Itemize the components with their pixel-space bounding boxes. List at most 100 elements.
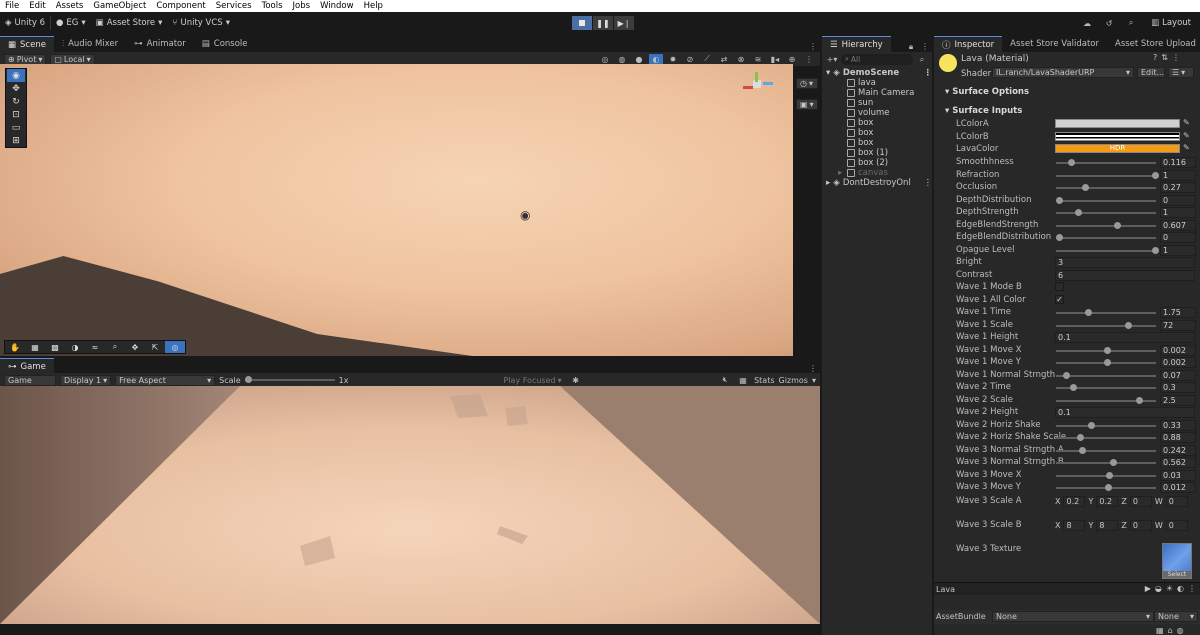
- shaded-wire-icon[interactable]: ◍: [615, 54, 629, 65]
- property-value-field[interactable]: 0: [1160, 195, 1196, 206]
- menu-assets[interactable]: Assets: [51, 1, 89, 11]
- zoom-icon[interactable]: ⌕: [105, 341, 125, 353]
- axis-y-field[interactable]: 8: [1096, 520, 1119, 531]
- unity-button[interactable]: ◈ Unity 6: [0, 15, 50, 31]
- hierarchy-item[interactable]: volume: [826, 108, 932, 118]
- pause-button[interactable]: ❚❚: [593, 16, 613, 30]
- axis-x-field[interactable]: 8: [1063, 520, 1086, 531]
- contrast-field[interactable]: 6: [1055, 270, 1195, 281]
- menu-services[interactable]: Services: [211, 1, 257, 11]
- hierarchy-item[interactable]: ▸ canvas: [826, 168, 932, 178]
- eyedropper-icon[interactable]: ✎: [1183, 131, 1190, 140]
- view-tool-icon[interactable]: ◉: [7, 69, 25, 82]
- property-value-field[interactable]: 2.5: [1160, 395, 1196, 406]
- visibility-icon[interactable]: ⊗: [734, 54, 748, 65]
- hierarchy-item[interactable]: sun: [826, 98, 932, 108]
- aspect-dropdown[interactable]: Free Aspect ▾: [115, 374, 216, 386]
- menu-gameobject[interactable]: GameObject: [88, 1, 151, 11]
- axis-w-field[interactable]: 0: [1165, 496, 1188, 507]
- property-value-field[interactable]: 72: [1160, 320, 1196, 331]
- menu-component[interactable]: Component: [151, 1, 210, 11]
- lit-shading-icon[interactable]: ◐: [649, 53, 663, 65]
- property-slider[interactable]: [1056, 484, 1156, 491]
- property-slider[interactable]: [1056, 222, 1156, 229]
- slider-knob[interactable]: [1056, 234, 1063, 241]
- move-icon[interactable]: ✥: [125, 341, 145, 353]
- menu-jobs[interactable]: Jobs: [288, 1, 316, 11]
- move-tool-icon[interactable]: ✥: [7, 82, 25, 95]
- slider-knob[interactable]: [1104, 484, 1112, 491]
- display-dropdown[interactable]: Display 1 ▾: [60, 374, 112, 386]
- property-slider[interactable]: [1056, 384, 1156, 391]
- stats-button[interactable]: Stats: [754, 376, 774, 385]
- play-icon[interactable]: ▶: [1145, 584, 1151, 593]
- wave1-mode-b-checkbox[interactable]: [1055, 282, 1064, 291]
- property-value-field[interactable]: 0.012: [1160, 482, 1196, 493]
- preset-icon[interactable]: ⇅: [1161, 53, 1168, 62]
- sphere-icon[interactable]: ◒: [1155, 584, 1162, 593]
- property-value-field[interactable]: 0.116: [1160, 157, 1196, 168]
- cloud-icon[interactable]: ☁: [1080, 18, 1094, 29]
- tab-scene[interactable]: ▦ Scene: [0, 36, 54, 52]
- property-slider[interactable]: [1056, 159, 1156, 166]
- property-value-field[interactable]: 0.002: [1160, 345, 1196, 356]
- slider-knob[interactable]: [1104, 347, 1111, 354]
- 2d-icon[interactable]: ⟋: [700, 54, 714, 65]
- hierarchy-item[interactable]: lava: [826, 78, 932, 88]
- stop-button[interactable]: [572, 16, 592, 30]
- dontdestroy-row[interactable]: ▸ ◈ DontDestroyOnl ⋮: [826, 178, 932, 188]
- tab-audio-mixer[interactable]: ⫶ Audio Mixer: [54, 36, 126, 52]
- tab-inspector[interactable]: ⓘ Inspector: [934, 36, 1003, 52]
- property-slider[interactable]: [1056, 372, 1156, 379]
- property-value-field[interactable]: 0.242: [1160, 445, 1196, 456]
- hierarchy-search[interactable]: ⌕ All: [841, 54, 913, 65]
- local-dropdown[interactable]: ▢ Local ▾: [50, 53, 95, 65]
- paint-icon[interactable]: ▩: [45, 341, 65, 353]
- scene-row[interactable]: ▾ ◈ DemoScene ⋮: [826, 68, 932, 78]
- search-icon[interactable]: ⌕: [1124, 18, 1138, 29]
- surface-inputs-header[interactable]: ▾ Surface Inputs: [945, 106, 1022, 116]
- lavacolor-swatch[interactable]: HDR: [1055, 144, 1180, 153]
- property-value-field[interactable]: 0.33: [1160, 420, 1196, 431]
- property-value-field[interactable]: 0.03: [1160, 470, 1196, 481]
- assetbundle-dropdown[interactable]: None ▾: [992, 611, 1154, 622]
- more-options-icon[interactable]: ⋮: [918, 41, 932, 52]
- gizmos-button[interactable]: Gizmos: [779, 376, 808, 385]
- history-icon[interactable]: ↺: [1102, 18, 1116, 29]
- background-icon[interactable]: ◐: [1177, 584, 1184, 593]
- scale-tool-icon[interactable]: ⊡: [7, 108, 25, 121]
- rect-tool-icon[interactable]: ▭: [7, 121, 25, 134]
- hierarchy-item[interactable]: box: [826, 128, 932, 138]
- tab-hierarchy[interactable]: ☰ Hierarchy: [822, 36, 891, 52]
- property-slider[interactable]: [1056, 422, 1156, 429]
- property-slider[interactable]: [1056, 359, 1156, 366]
- preview-bar[interactable]: Lava ▶ ◒ ☀ ◐ ⋮: [934, 582, 1200, 595]
- terrain-icon[interactable]: ▦: [25, 341, 45, 353]
- tools-icon[interactable]: ⇄: [717, 54, 731, 65]
- audio-mute-icon[interactable]: ⊘: [683, 54, 697, 65]
- globe-icon[interactable]: ◍: [1177, 626, 1184, 635]
- property-slider[interactable]: [1056, 197, 1156, 204]
- lcolora-swatch[interactable]: [1055, 119, 1180, 128]
- property-slider[interactable]: [1056, 397, 1156, 404]
- transform-tool-icon[interactable]: ⊞: [7, 134, 25, 147]
- hierarchy-item[interactable]: Main Camera: [826, 88, 932, 98]
- hierarchy-item[interactable]: box: [826, 138, 932, 148]
- slider-knob[interactable]: [1081, 184, 1089, 191]
- more-options-icon[interactable]: ⋮: [924, 178, 933, 188]
- more-options-icon[interactable]: ⋮: [806, 41, 820, 52]
- pivot-dropdown[interactable]: ⊕ Pivot ▾: [4, 53, 47, 65]
- camera-icon[interactable]: ▮◂: [768, 54, 782, 65]
- slider-knob[interactable]: [1079, 447, 1087, 454]
- scene-viewport[interactable]: ◉: [0, 64, 793, 356]
- hand-icon[interactable]: ✋: [5, 341, 25, 353]
- slider-knob[interactable]: [1152, 247, 1159, 254]
- bug-icon[interactable]: ✱: [569, 375, 583, 386]
- hierarchy-item[interactable]: box: [826, 118, 932, 128]
- slider-knob[interactable]: [1084, 309, 1092, 316]
- property-value-field[interactable]: 1: [1160, 245, 1196, 256]
- slider-knob[interactable]: [1113, 222, 1121, 229]
- slider-knob[interactable]: [1067, 159, 1075, 166]
- property-value-field[interactable]: 1: [1160, 170, 1196, 181]
- more-options-icon[interactable]: ⋮: [1172, 53, 1180, 62]
